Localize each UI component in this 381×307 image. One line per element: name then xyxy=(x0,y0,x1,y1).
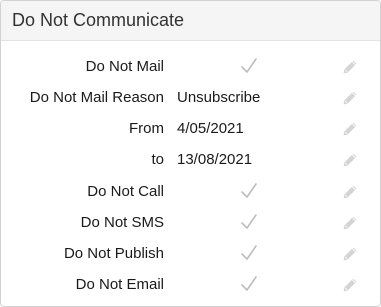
field-row-do-not-email: Do Not Email xyxy=(1,269,380,300)
field-label: From xyxy=(129,120,164,137)
panel-header: Do Not Communicate xyxy=(1,1,380,41)
field-label: to xyxy=(151,151,164,168)
check-icon xyxy=(239,274,259,294)
panel-title: Do Not Communicate xyxy=(12,10,185,30)
field-value: 13/08/2021 xyxy=(177,151,253,168)
check-icon xyxy=(239,243,259,263)
field-row-do-not-publish: Do Not Publish xyxy=(1,238,380,269)
field-row-from: From 4/05/2021 xyxy=(1,113,380,144)
field-label: Do Not Publish xyxy=(63,245,164,262)
field-label: Do Not Mail Reason xyxy=(29,89,164,106)
pencil-icon[interactable] xyxy=(342,59,358,75)
field-label: Do Not Email xyxy=(75,276,164,293)
pencil-icon[interactable] xyxy=(342,215,358,231)
field-row-do-not-sms: Do Not SMS xyxy=(1,207,380,238)
pencil-icon[interactable] xyxy=(342,90,358,106)
pencil-icon[interactable] xyxy=(342,184,358,200)
pencil-icon[interactable] xyxy=(342,152,358,168)
field-value: 4/05/2021 xyxy=(177,120,244,137)
field-label: Do Not SMS xyxy=(80,214,164,231)
field-value: Unsubscribe xyxy=(177,89,261,106)
pencil-icon[interactable] xyxy=(342,277,358,293)
check-icon xyxy=(239,181,259,201)
field-label: Do Not Call xyxy=(87,183,164,200)
field-row-to: to 13/08/2021 xyxy=(1,144,380,175)
pencil-icon[interactable] xyxy=(342,121,358,137)
check-icon xyxy=(239,56,259,76)
field-row-do-not-mail-reason: Do Not Mail Reason Unsubscribe xyxy=(1,82,380,113)
do-not-communicate-panel: Do Not Communicate Do Not Mail Do Not Mai… xyxy=(0,0,381,307)
field-row-do-not-call: Do Not Call xyxy=(1,176,380,207)
field-label: Do Not Mail xyxy=(85,58,164,75)
field-row-do-not-mail: Do Not Mail xyxy=(1,51,380,82)
check-icon xyxy=(239,212,259,232)
pencil-icon[interactable] xyxy=(342,246,358,262)
